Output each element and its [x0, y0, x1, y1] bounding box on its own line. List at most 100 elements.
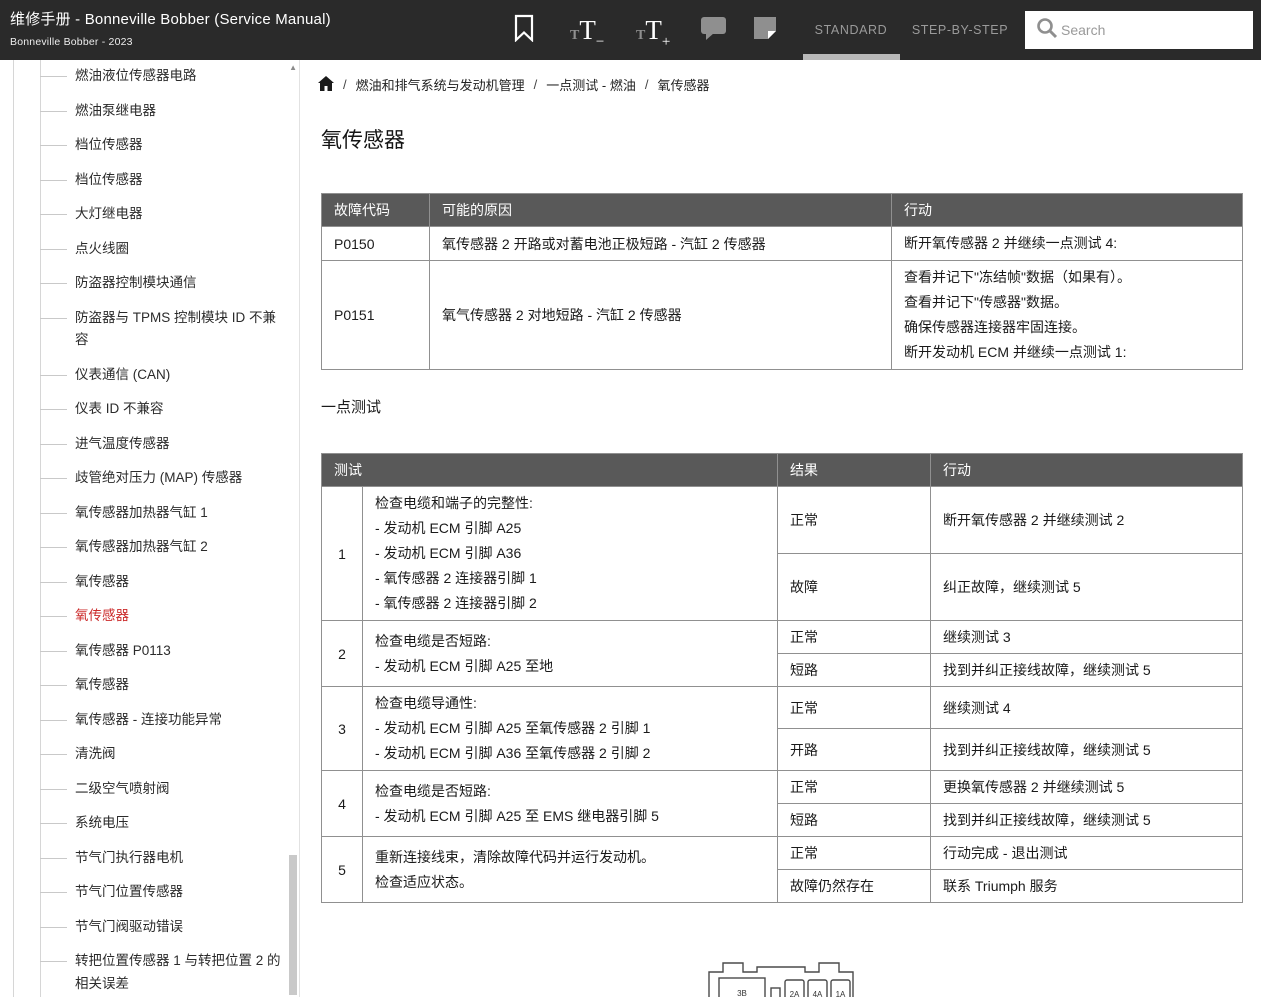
sidebar-item[interactable]: 大灯继电器 [75, 203, 288, 226]
sidebar-item-label: 燃油泵继电器 [75, 100, 156, 123]
fault-code-cell: P0151 [322, 261, 430, 370]
test-result-cell: 正常 [778, 837, 931, 870]
test-table-header-result: 结果 [778, 454, 931, 487]
sidebar-item-label: 系统电压 [75, 812, 129, 835]
test-description-line: - 发动机 ECM 引脚 A25 至地 [375, 654, 765, 679]
fault-table-header-cause: 可能的原因 [430, 194, 892, 227]
test-action-cell: 继续测试 4 [931, 687, 1243, 729]
connector-cell-label: 3B [737, 989, 747, 997]
sidebar-item[interactable]: 氧传感器 P0113 [75, 640, 288, 663]
test-description-line: - 氧传感器 2 连接器引脚 1 [375, 566, 765, 591]
test-description-line: - 发动机 ECM 引脚 A25 至氧传感器 2 引脚 1 [375, 716, 765, 741]
sidebar-item[interactable]: 节气门执行器电机 [75, 847, 288, 870]
sidebar-item[interactable]: 节气门阀驱动错误 [75, 916, 288, 939]
pinpoint-test-table: 测试 结果 行动 1检查电缆和端子的完整性:- 发动机 ECM 引脚 A25- … [321, 453, 1243, 903]
font-decrease-icon: TT− [570, 17, 604, 44]
test-action-cell: 断开氧传感器 2 并继续测试 2 [931, 487, 1243, 554]
test-table-row: 2检查电缆是否短路:- 发动机 ECM 引脚 A25 至地正常继续测试 3 [322, 621, 1243, 654]
test-description-line: - 发动机 ECM 引脚 A25 [375, 516, 765, 541]
breadcrumb: /燃油和排气系统与发动机管理/一点测试 - 燃油/氧传感器 [318, 75, 709, 94]
test-table-row: 4检查电缆是否短路:- 发动机 ECM 引脚 A25 至 EMS 继电器引脚 5… [322, 771, 1243, 804]
sidebar-item[interactable]: 燃油泵继电器 [75, 100, 288, 123]
sidebar-item[interactable]: 氧传感器 - 连接功能异常 [75, 709, 288, 732]
test-description-cell: 检查电缆是否短路:- 发动机 ECM 引脚 A25 至 EMS 继电器引脚 5 [363, 771, 778, 837]
test-result-cell: 故障 [778, 554, 931, 621]
test-result-cell: 开路 [778, 729, 931, 771]
sidebar-item[interactable]: 档位传感器 [75, 134, 288, 157]
sidebar-item-label: 档位传感器 [75, 169, 143, 192]
sidebar-item-label: 仪表 ID 不兼容 [75, 398, 164, 421]
test-description-line: - 发动机 ECM 引脚 A36 [375, 541, 765, 566]
sidebar-item-active[interactable]: 氧传感器 [75, 605, 288, 628]
test-action-cell: 继续测试 3 [931, 621, 1243, 654]
test-description-line: 检查电缆是否短路: [375, 629, 765, 654]
sidebar-item-label: 二级空气喷射阀 [75, 778, 170, 801]
test-action-cell: 找到并纠正接线故障，继续测试 5 [931, 654, 1243, 687]
note-button[interactable] [753, 0, 777, 60]
search-input[interactable] [1059, 21, 1229, 39]
sidebar-item[interactable]: 清洗阀 [75, 743, 288, 766]
section-title: 一点测试 [321, 396, 381, 417]
scrollbar-thumb[interactable] [289, 855, 297, 995]
sidebar-list: 燃油液位传感器电路燃油泵继电器档位传感器档位传感器大灯继电器点火线圈防盗器控制模… [0, 65, 288, 997]
sidebar-item-label: 仪表通信 (CAN) [75, 364, 170, 387]
test-table-header-action: 行动 [931, 454, 1243, 487]
sidebar-item[interactable]: 氧传感器加热器气缸 2 [75, 536, 288, 559]
sidebar-item[interactable]: 点火线圈 [75, 238, 288, 261]
fault-table-header-action: 行动 [892, 194, 1243, 227]
search-box[interactable] [1025, 11, 1253, 49]
sidebar-item[interactable]: 档位传感器 [75, 169, 288, 192]
sidebar-item[interactable]: 转把位置传感器 1 与转把位置 2 的相关误差 [75, 950, 288, 995]
tab-standard[interactable]: STANDARD [800, 0, 902, 60]
fault-table-row: P0151氧气传感器 2 对地短路 - 汽缸 2 传感器查看并记下"冻结帧"数据… [322, 261, 1243, 370]
comment-button[interactable] [700, 0, 727, 60]
connector-diagram: 3B 2A 4A 1A [701, 950, 861, 997]
test-description-cell: 重新连接线束，清除故障代码并运行发动机。检查适应状态。 [363, 837, 778, 903]
fault-action-line: 查看并记下"传感器"数据。 [904, 290, 1230, 315]
sidebar-item[interactable]: 仪表通信 (CAN) [75, 364, 288, 387]
test-result-cell: 正常 [778, 621, 931, 654]
sidebar-item[interactable]: 仪表 ID 不兼容 [75, 398, 288, 421]
test-description-line: 检查电缆导通性: [375, 691, 765, 716]
breadcrumb-item[interactable]: 一点测试 - 燃油 [546, 75, 636, 94]
font-increase-button[interactable]: TT+ [636, 0, 670, 60]
breadcrumb-separator: / [534, 77, 538, 92]
bookmark-button[interactable] [514, 0, 534, 60]
sidebar-item-label: 防盗器与 TPMS 控制模块 ID 不兼容 [75, 307, 281, 352]
sidebar-item[interactable]: 氧传感器 [75, 571, 288, 594]
sidebar-item-label: 大灯继电器 [75, 203, 143, 226]
test-description-line: 检查电缆是否短路: [375, 779, 765, 804]
test-result-cell: 正常 [778, 771, 931, 804]
test-number-cell: 5 [322, 837, 363, 903]
search-icon [1035, 16, 1059, 45]
test-description-cell: 检查电缆是否短路:- 发动机 ECM 引脚 A25 至地 [363, 621, 778, 687]
sidebar-item[interactable]: 歧管绝对压力 (MAP) 传感器 [75, 467, 288, 490]
scrollbar-up-arrow[interactable]: ▲ [289, 63, 297, 72]
sidebar-item-label: 燃油液位传感器电路 [75, 65, 197, 88]
font-decrease-button[interactable]: TT− [570, 0, 604, 60]
sidebar-item[interactable]: 节气门位置传感器 [75, 881, 288, 904]
sidebar-item[interactable]: 进气温度传感器 [75, 433, 288, 456]
test-description-line: - 发动机 ECM 引脚 A36 至氧传感器 2 引脚 2 [375, 741, 765, 766]
sidebar-item-label: 转把位置传感器 1 与转把位置 2 的相关误差 [75, 950, 281, 995]
home-icon[interactable] [318, 76, 334, 94]
sidebar-item-label: 歧管绝对压力 (MAP) 传感器 [75, 467, 242, 490]
sidebar-item-label: 氧传感器 [75, 605, 129, 628]
sidebar-item[interactable]: 氧传感器加热器气缸 1 [75, 502, 288, 525]
sidebar-item[interactable]: 二级空气喷射阀 [75, 778, 288, 801]
breadcrumb-item[interactable]: 燃油和排气系统与发动机管理 [356, 75, 525, 94]
sidebar-item-label: 氧传感器加热器气缸 2 [75, 536, 208, 559]
connector-cell-label: 4A [813, 990, 823, 997]
sidebar-item[interactable]: 氧传感器 [75, 674, 288, 697]
sidebar-item[interactable]: 系统电压 [75, 812, 288, 835]
sidebar-item[interactable]: 防盗器与 TPMS 控制模块 ID 不兼容 [75, 307, 288, 352]
sidebar-item[interactable]: 防盗器控制模块通信 [75, 272, 288, 295]
sidebar-item-label: 防盗器控制模块通信 [75, 272, 197, 295]
tab-step-by-step[interactable]: STEP-BY-STEP [906, 0, 1014, 60]
fault-action-line: 确保传感器连接器牢固连接。 [904, 315, 1230, 340]
breadcrumb-item[interactable]: 氧传感器 [657, 75, 709, 94]
sidebar-item[interactable]: 燃油液位传感器电路 [75, 65, 288, 88]
fault-cause-cell: 氧气传感器 2 对地短路 - 汽缸 2 传感器 [430, 261, 892, 370]
test-result-cell: 故障仍然存在 [778, 870, 931, 903]
test-result-cell: 正常 [778, 487, 931, 554]
